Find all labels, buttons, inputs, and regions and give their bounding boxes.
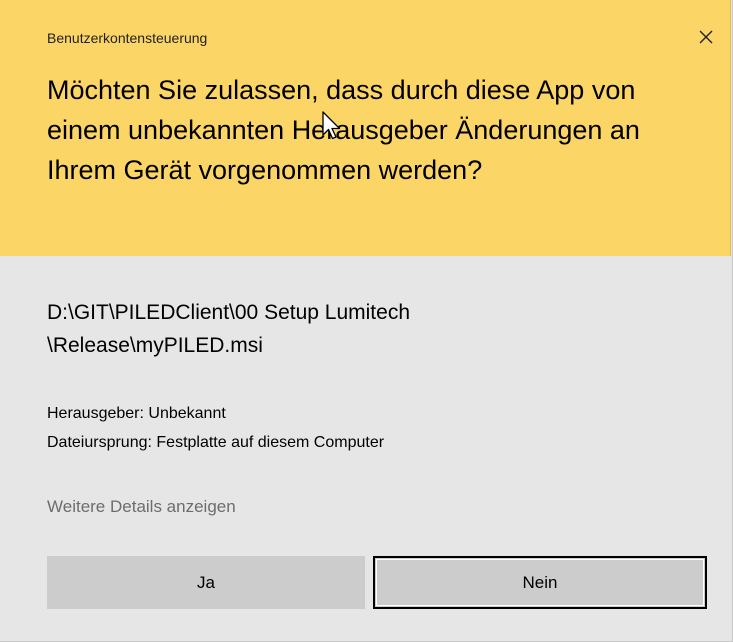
publisher-text: Herausgeber: Unbekannt: [47, 405, 226, 422]
origin-text: Dateiursprung: Festplatte auf diesem Com…: [47, 434, 385, 451]
show-details-link[interactable]: Weitere Details anzeigen: [47, 497, 236, 517]
permission-question: Möchten Sie zulassen, dass durch diese A…: [47, 75, 640, 185]
uac-dialog: Benutzerkontensteuerung Möchten Sie zula…: [0, 0, 733, 642]
close-button[interactable]: [688, 22, 724, 52]
close-icon: [699, 30, 713, 44]
no-button[interactable]: Nein: [373, 556, 707, 609]
program-meta: Herausgeber: Unbekannt Dateiursprung: Fe…: [47, 399, 384, 457]
program-path: D:\GIT\PILEDClient\00 Setup Lumitech \Re…: [47, 296, 667, 362]
uac-header: Benutzerkontensteuerung Möchten Sie zula…: [0, 0, 731, 256]
yes-button[interactable]: Ja: [47, 556, 365, 609]
program-path-line2: \Release\myPILED.msi: [47, 334, 263, 357]
dialog-title: Benutzerkontensteuerung: [47, 30, 208, 46]
program-path-line1: D:\GIT\PILEDClient\00 Setup Lumitech: [47, 301, 410, 324]
